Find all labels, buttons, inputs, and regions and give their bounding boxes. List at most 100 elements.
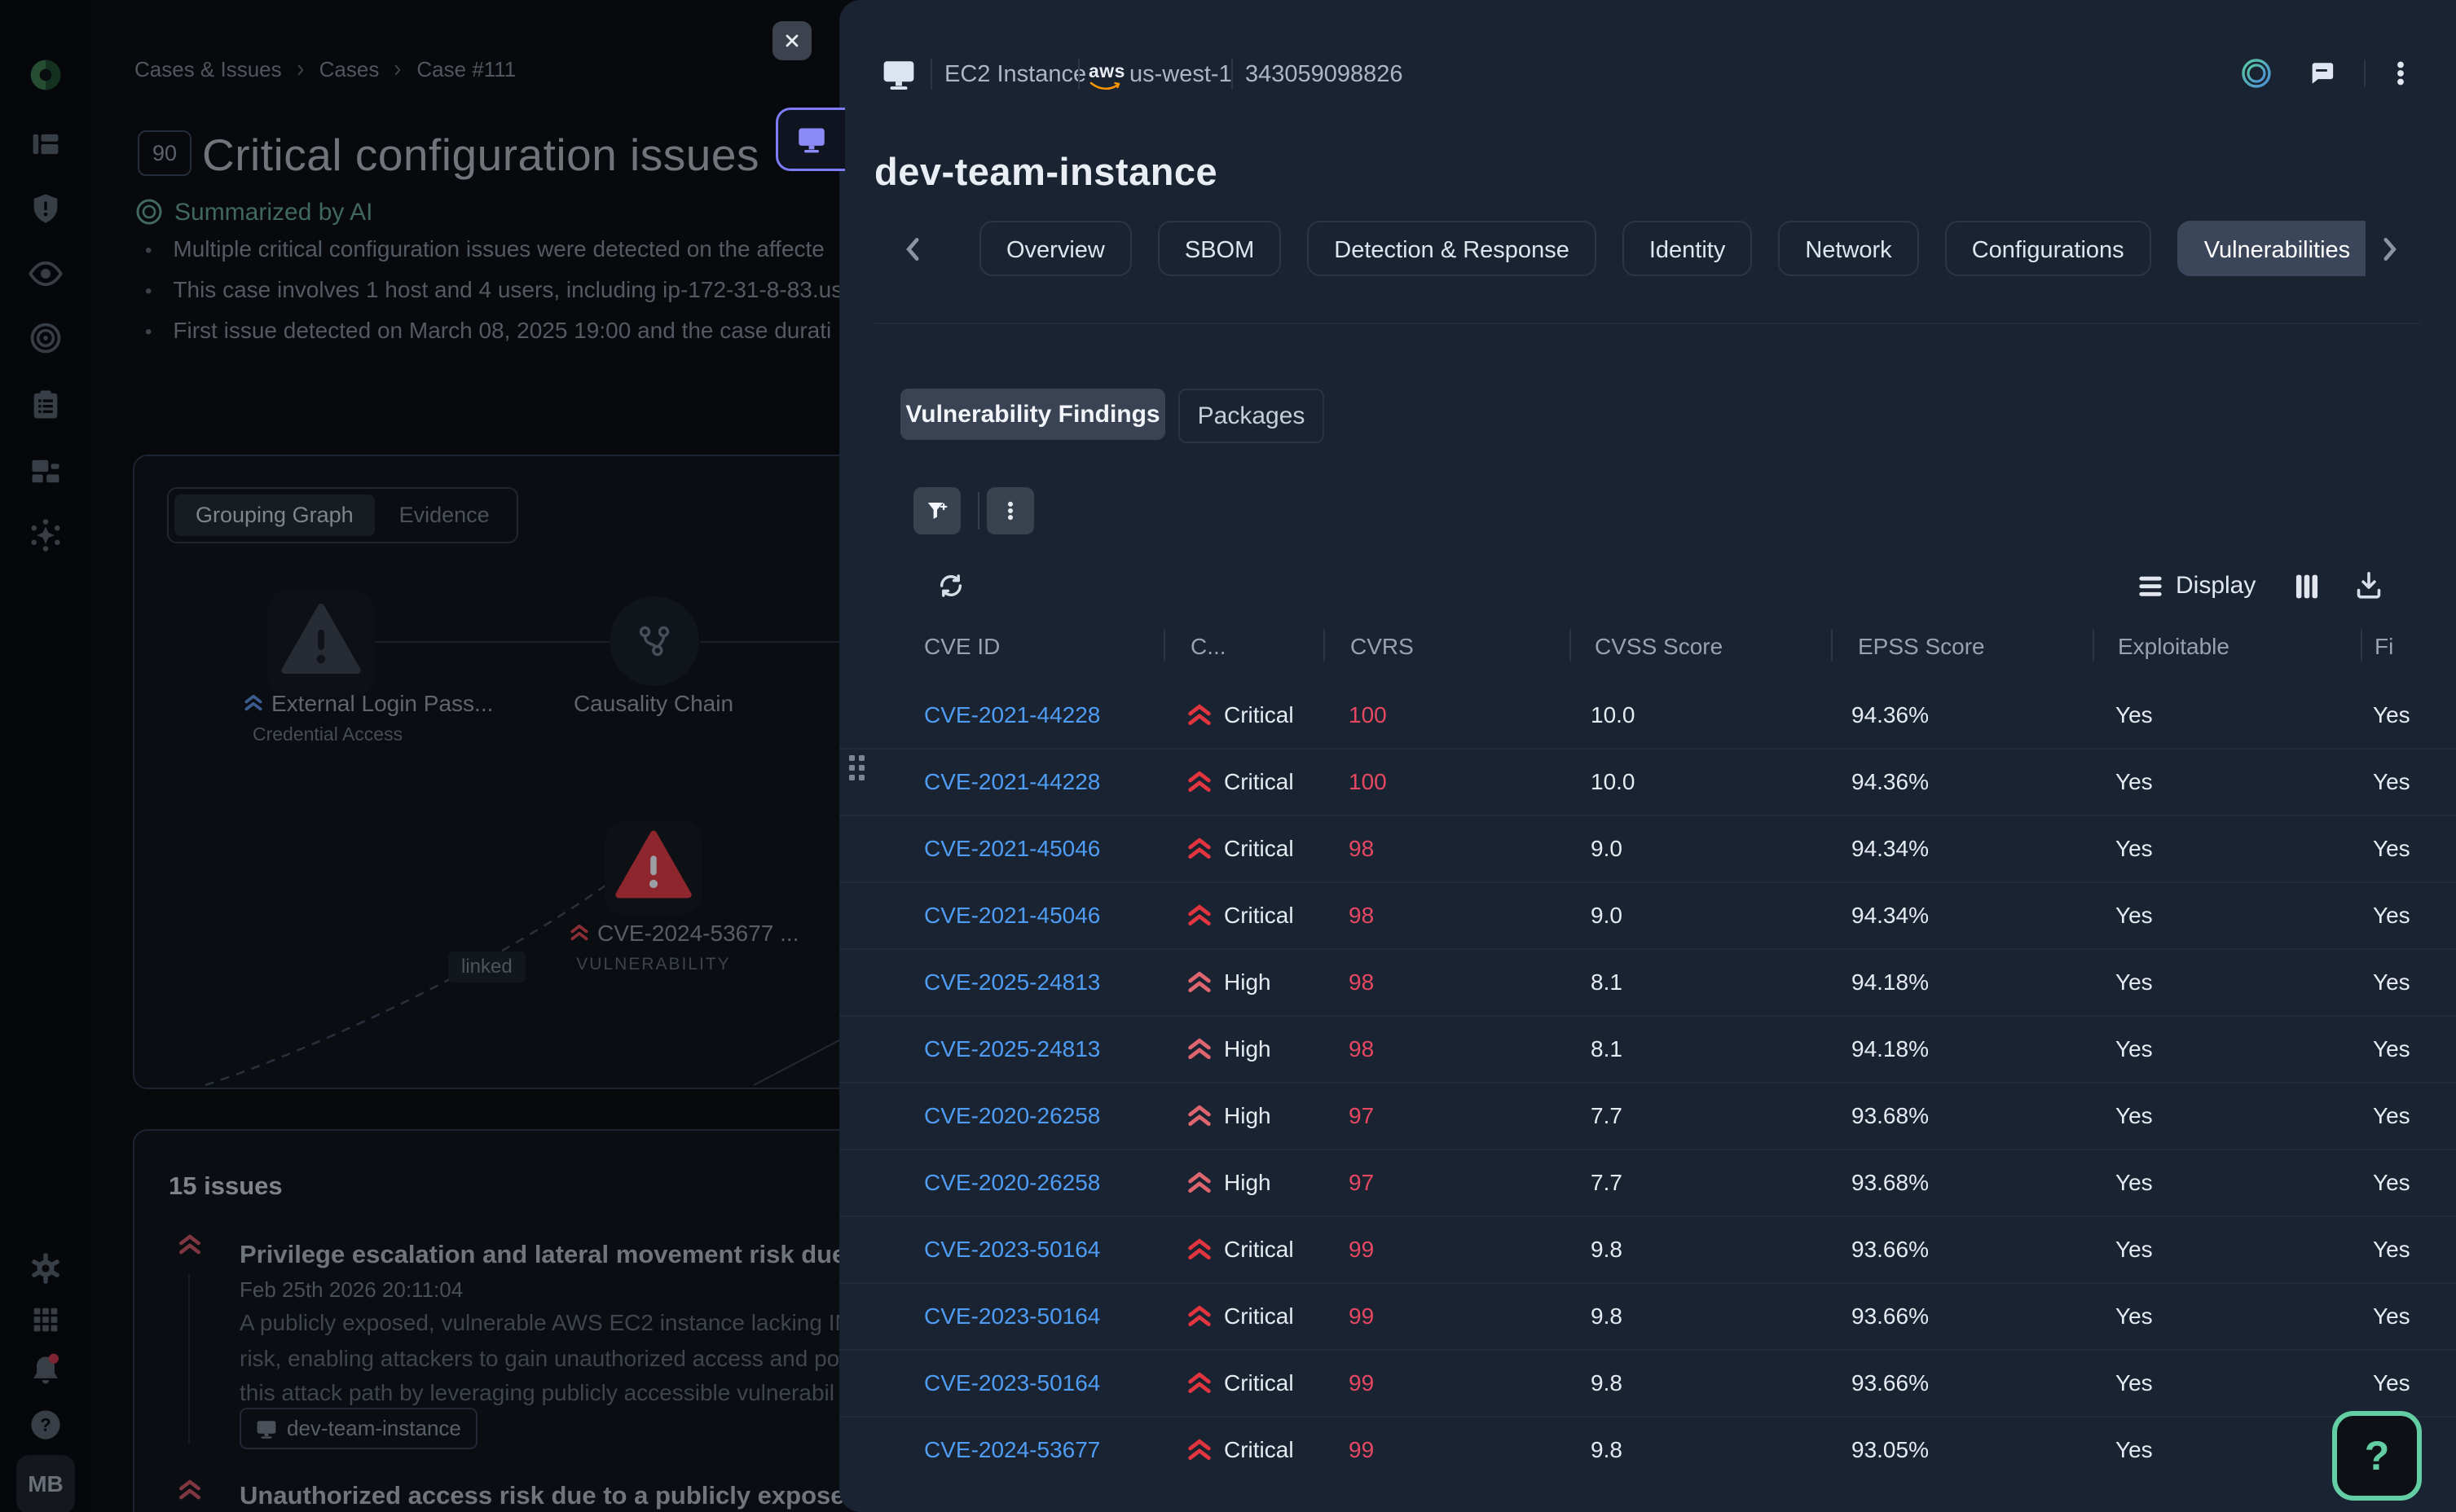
col-severity[interactable]: C... [1191, 634, 1226, 660]
cvss-value: 9.0 [1591, 836, 1622, 862]
alert-node-label[interactable]: External Login Pass... [271, 691, 493, 717]
tabs-scroll-right-icon[interactable] [2373, 233, 2405, 266]
table-row[interactable]: CVE-2021-45046 Critical 98 9.0 94.34% Ye… [839, 815, 2456, 881]
cve-link[interactable]: CVE-2020-26258 [924, 1103, 1100, 1129]
clipboard-icon[interactable] [28, 387, 64, 423]
epss-value: 93.68% [1851, 1103, 1929, 1129]
vuln-node-label[interactable]: CVE-2024-53677 ... [597, 921, 799, 947]
download-icon[interactable] [2355, 571, 2383, 600]
table-row[interactable]: CVE-2021-45046 Critical 98 9.0 94.34% Ye… [839, 881, 2456, 948]
panel-resize-handle[interactable] [844, 751, 869, 784]
tab-sbom[interactable]: SBOM [1158, 221, 1281, 276]
shield-alert-icon[interactable] [28, 191, 64, 226]
table-row[interactable]: CVE-2021-44228 Critical 100 10.0 94.36% … [839, 683, 2456, 748]
cve-link[interactable]: CVE-2025-24813 [924, 969, 1100, 996]
tab-vulnerabilities[interactable]: Vulnerabilities [2177, 221, 2366, 276]
col-cvrs[interactable]: CVRS [1350, 634, 1414, 660]
table-options-button[interactable] [987, 487, 1034, 534]
evidence-tab[interactable]: Evidence [378, 494, 511, 536]
cve-link[interactable]: CVE-2020-26258 [924, 1170, 1100, 1196]
table-row[interactable]: CVE-2023-50164 Critical 99 9.8 93.66% Ye… [839, 1349, 2456, 1416]
issue-timestamp: Feb 25th 2026 20:11:04 [240, 1277, 463, 1303]
asset-detail-panel: EC2 Instance aws us-west-1 343059098826 … [839, 0, 2456, 1512]
filter-button[interactable] [913, 487, 961, 534]
table-row[interactable]: CVE-2021-44228 Critical 100 10.0 94.36% … [839, 748, 2456, 815]
display-label[interactable]: Display [2176, 572, 2256, 600]
chat-icon[interactable] [2308, 59, 2335, 87]
table-row[interactable]: CVE-2020-26258 High 97 7.7 93.68% Yes Ye… [839, 1082, 2456, 1149]
table-row[interactable]: CVE-2023-50164 Critical 99 9.8 93.66% Ye… [839, 1282, 2456, 1349]
tab-configurations[interactable]: Configurations [1945, 221, 2151, 276]
epss-value: 94.18% [1851, 1036, 1929, 1062]
columns-icon[interactable] [2294, 573, 2320, 600]
vulnerability-findings-button[interactable]: Vulnerability Findings [900, 389, 1165, 440]
col-epss-score[interactable]: EPSS Score [1858, 634, 1985, 660]
alert-triangle-icon[interactable] [280, 601, 362, 676]
severity-label: Critical [1224, 1437, 1294, 1463]
table-row[interactable]: CVE-2024-53677 Critical 99 9.8 93.05% Ye… [839, 1416, 2456, 1483]
tab-overview[interactable]: Overview [979, 221, 1132, 276]
cvrs-value: 98 [1349, 836, 1374, 862]
tab-identity[interactable]: Identity [1622, 221, 1753, 276]
issue-title[interactable]: Unauthorized access risk due to a public… [240, 1481, 843, 1510]
grouping-graph-tab[interactable]: Grouping Graph [174, 494, 375, 536]
col-fix[interactable]: Fi [2375, 634, 2393, 660]
table-row[interactable]: CVE-2020-26258 High 97 7.7 93.68% Yes Ye… [839, 1149, 2456, 1215]
cvrs-value: 99 [1349, 1303, 1374, 1330]
inventory-icon[interactable] [28, 453, 64, 489]
filter-funnel-icon [925, 499, 949, 523]
settings-gear-icon[interactable] [28, 1250, 64, 1286]
apps-grid-icon[interactable] [28, 1302, 64, 1338]
exploitable-value: Yes [2115, 969, 2153, 996]
causality-chain-node[interactable] [610, 596, 699, 686]
epss-value: 94.34% [1851, 836, 1929, 862]
asset-tag-chip[interactable]: dev-team-instance [240, 1408, 478, 1449]
cve-link[interactable]: CVE-2021-44228 [924, 769, 1100, 795]
table-row[interactable]: CVE-2025-24813 High 98 8.1 94.18% Yes Ye… [839, 948, 2456, 1015]
cve-link[interactable]: CVE-2025-24813 [924, 1036, 1100, 1062]
cve-link[interactable]: CVE-2021-45046 [924, 836, 1100, 862]
col-exploitable[interactable]: Exploitable [2118, 634, 2229, 660]
close-panel-button[interactable] [772, 21, 812, 60]
severity-label: Critical [1224, 1303, 1294, 1330]
brand-logo-icon[interactable] [28, 57, 64, 93]
cve-link[interactable]: CVE-2023-50164 [924, 1370, 1100, 1396]
issues-count-title: 15 issues [169, 1171, 283, 1201]
cve-link[interactable]: CVE-2023-50164 [924, 1237, 1100, 1263]
fix-value: Yes [2373, 1103, 2410, 1129]
tab-detection-response[interactable]: Detection & Response [1307, 221, 1596, 276]
epss-value: 94.36% [1851, 769, 1929, 795]
help-fab-button[interactable]: ? [2332, 1411, 2422, 1501]
breadcrumb-cases-issues[interactable]: Cases & Issues [134, 57, 282, 82]
col-cve-id[interactable]: CVE ID [924, 634, 1000, 660]
packages-button[interactable]: Packages [1178, 389, 1324, 443]
notifications-bell-icon[interactable] [28, 1352, 64, 1388]
cve-link[interactable]: CVE-2024-53677 [924, 1437, 1100, 1463]
target-icon[interactable] [28, 320, 64, 356]
issue-title[interactable]: Privilege escalation and lateral movemen… [240, 1240, 843, 1269]
avatar[interactable]: MB [16, 1455, 75, 1512]
ai-rings-icon[interactable] [2240, 57, 2273, 90]
issues-card: 15 issues Privilege escalation and later… [133, 1129, 886, 1512]
table-row[interactable]: CVE-2025-24813 High 98 8.1 94.18% Yes Ye… [839, 1015, 2456, 1082]
help-icon[interactable]: ? [28, 1407, 64, 1443]
causality-node-label[interactable]: Causality Chain [574, 691, 733, 717]
eye-icon[interactable] [28, 256, 64, 292]
tabs-scroll-left-icon[interactable] [897, 233, 930, 266]
aws-logo: aws [1089, 60, 1125, 90]
cve-link[interactable]: CVE-2021-44228 [924, 702, 1100, 728]
cve-link[interactable]: CVE-2023-50164 [924, 1303, 1100, 1330]
ai-spark-icon[interactable] [28, 517, 64, 553]
boards-icon[interactable] [28, 126, 64, 162]
breadcrumb-cases[interactable]: Cases [319, 57, 380, 82]
vulnerability-triangle-icon[interactable] [614, 829, 693, 900]
table-row[interactable]: CVE-2023-50164 Critical 99 9.8 93.66% Ye… [839, 1215, 2456, 1282]
kebab-menu-icon[interactable] [2386, 59, 2415, 88]
display-icon[interactable] [2137, 574, 2164, 599]
refresh-icon[interactable] [937, 572, 965, 600]
graph-edges [134, 456, 884, 1088]
tab-network[interactable]: Network [1778, 221, 1918, 276]
asset-pin-tab[interactable] [776, 108, 845, 171]
col-cvss-score[interactable]: CVSS Score [1595, 634, 1723, 660]
cve-link[interactable]: CVE-2021-45046 [924, 903, 1100, 929]
